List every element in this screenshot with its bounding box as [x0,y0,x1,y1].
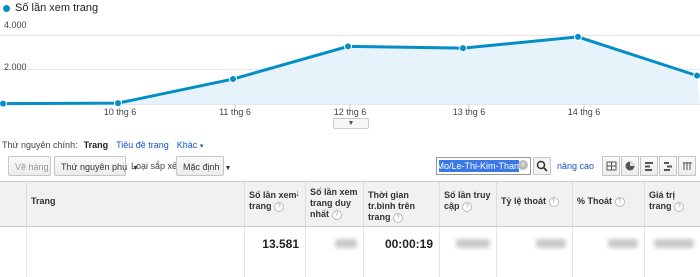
report-table: Trang Số lần xem trang ?↓ Số lần xem tra… [0,181,700,277]
primary-dimension-current[interactable]: Trang [84,140,109,150]
help-icon[interactable]: ? [462,202,472,212]
col-header-exit-pct[interactable]: % Thoát ? [572,182,644,226]
col-header-page[interactable]: Trang [26,182,244,226]
search-input-value: ngMo/Le-Thi-Kim-Than [439,160,519,172]
table-toolbar: Vẽ hàng Thứ nguyên phụ▼ Loại sắp xếp: Mặ… [0,156,700,180]
totals-pageviews: 13.581 [244,227,305,277]
chevron-down-icon: ▼ [225,159,232,179]
x-tick-label: 10 thg 6 [104,107,137,117]
sort-desc-icon: ↓ [295,188,300,199]
data-point[interactable] [575,33,582,40]
page-title-link[interactable]: Tiêu đề trang [116,140,169,150]
primary-dimension-label: Thứ nguyên chính: [2,140,78,150]
col-header-unique-pageviews[interactable]: Số lần xem trang duy nhất ? [305,182,363,226]
col-header-avg-time[interactable]: Thời gian tr.bình trên trang ? [363,182,439,226]
x-tick-label: 12 thg 6 [334,107,367,117]
data-point[interactable] [345,43,352,50]
x-tick-label: 13 thg 6 [453,107,486,117]
comparison-icon [660,157,676,175]
line-chart: Số lần xem trang 4.000 2.000 10 thg 6 11… [0,0,700,122]
performance-view-button[interactable] [640,156,658,176]
row-spacer [0,227,12,277]
pivot-table-icon [679,157,695,175]
sort-type-dropdown[interactable]: Mặc định▼ [176,156,224,176]
table-view-icon [603,157,619,175]
col-header-bounce-rate[interactable]: Tỷ lệ thoát ? [496,182,572,226]
data-point[interactable] [0,100,7,107]
col-header-page-value[interactable]: Giá trị trang ? [644,182,700,226]
chevron-down-icon: ▾ [200,143,204,150]
primary-dimension-bar: Thứ nguyên chính: Trang Tiêu đề trang Kh… [0,139,700,151]
search-icon [534,158,550,174]
help-icon[interactable]: ? [615,197,625,207]
help-icon[interactable]: ? [332,210,342,220]
secondary-dimension-dropdown[interactable]: Thứ nguyên phụ▼ [54,156,126,176]
pivot-view-button[interactable] [678,156,696,176]
blurred-entrances [439,227,496,277]
x-tick-label: 11 thg 6 [219,107,251,117]
legend-label: Số lần xem trang [15,2,98,14]
secondary-dimension-label: Thứ nguyên phụ [61,162,127,172]
sort-type-value: Mặc định [183,162,220,172]
blurred-page-value [644,227,700,277]
clear-search-icon[interactable]: × [518,160,528,170]
other-dimension-link[interactable]: Khác ▾ [177,140,204,150]
chart-legend[interactable]: Số lần xem trang [3,2,98,14]
blurred-exit-pct [572,227,644,277]
chart-scroll-handle[interactable]: ▼ [333,118,369,129]
comparison-view-button[interactable] [659,156,677,176]
pie-view-button[interactable] [621,156,639,176]
table-header-row: Trang Số lần xem trang ?↓ Số lần xem tra… [0,182,700,227]
help-icon[interactable]: ? [674,202,684,212]
data-view-button[interactable] [602,156,620,176]
select-all-header[interactable] [0,182,12,226]
series-dot-icon [3,5,10,12]
totals-avg-time: 00:00:19 [363,227,439,277]
data-point[interactable] [115,100,122,107]
help-icon[interactable]: ? [393,213,403,223]
col-header-pageviews[interactable]: Số lần xem trang ?↓ [244,182,305,226]
x-tick-label: 14 thg 6 [568,107,601,117]
col-header-entrances[interactable]: Số lần truy cập ? [439,182,496,226]
blurred-unique-pageviews [305,227,363,277]
blurred-bounce-rate [496,227,572,277]
plot-rows-button[interactable]: Vẽ hàng [8,156,51,176]
search-button[interactable] [533,157,551,175]
data-point[interactable] [460,45,467,52]
pie-chart-icon [622,157,638,175]
chart-canvas [0,0,700,122]
bar-chart-icon [641,157,657,175]
totals-row: 13.581 00:00:19 [0,227,700,277]
y-tick-label: 4.000 [4,20,27,30]
table-search-input[interactable]: ngMo/Le-Thi-Kim-Than × [436,157,531,175]
data-point[interactable] [230,76,237,83]
help-icon[interactable]: ? [549,197,559,207]
y-tick-label: 2.000 [4,62,27,72]
totals-page-cell [26,227,244,277]
data-point[interactable] [694,72,700,79]
chevron-down-icon: ▼ [348,120,355,127]
advanced-filter-link[interactable]: nâng cao [557,161,594,171]
help-icon[interactable]: ? [274,202,284,212]
